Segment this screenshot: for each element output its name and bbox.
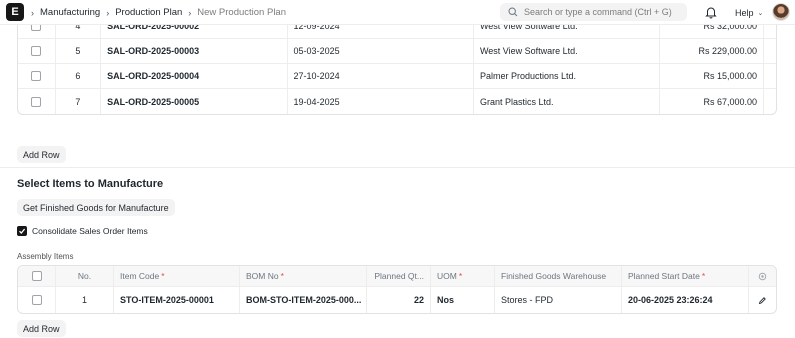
add-row-button[interactable]: Add Row (17, 146, 66, 163)
navbar: E › Manufacturing › Production Plan › Ne… (0, 0, 795, 25)
required-icon: * (161, 271, 165, 281)
consolidate-label: Consolidate Sales Order Items (32, 226, 148, 236)
edit-icon[interactable] (764, 89, 776, 114)
col-start-date-label: Planned Start Date (628, 271, 700, 281)
section-title: Select Items to Manufacture (17, 178, 164, 190)
search-icon (508, 7, 518, 17)
edit-icon[interactable] (764, 39, 776, 63)
select-all-checkbox[interactable] (18, 266, 56, 286)
get-finished-goods-button[interactable]: Get Finished Goods for Manufacture (17, 199, 175, 216)
start-date-cell[interactable]: 20-06-2025 23:26:24 (622, 287, 749, 313)
checkbox-icon[interactable] (31, 71, 42, 81)
col-planned-qty: Planned Qt... (367, 266, 431, 286)
amount-cell[interactable]: Rs 67,000.00 (660, 89, 764, 114)
col-bom-no-label: BOM No (246, 271, 279, 281)
chevron-right-icon: › (106, 7, 110, 18)
col-no: No. (56, 266, 114, 286)
chevron-down-icon: ⌄ (757, 9, 764, 17)
col-start-date: Planned Start Date * (622, 266, 749, 286)
col-bom-no: BOM No * (240, 266, 367, 286)
planned-qty-cell[interactable]: 22 (367, 287, 431, 313)
col-warehouse: Finished Goods Warehouse (495, 266, 622, 286)
row-index: 7 (56, 89, 102, 114)
checkbox-icon[interactable] (31, 96, 42, 107)
date-cell[interactable]: 19-04-2025 (288, 89, 474, 114)
chevron-right-icon: › (31, 7, 34, 18)
breadcrumb-manufacturing[interactable]: Manufacturing (40, 7, 100, 18)
breadcrumb: › Manufacturing › Production Plan › New … (31, 0, 286, 25)
amount-cell[interactable]: Rs 229,000.00 (660, 39, 764, 63)
notification-bell-icon[interactable] (704, 5, 718, 19)
checkbox-checked-icon[interactable] (17, 226, 27, 236)
section-divider (0, 167, 795, 168)
checkbox-icon[interactable] (31, 295, 42, 305)
breadcrumb-production-plan[interactable]: Production Plan (115, 7, 182, 18)
uom-cell[interactable]: Nos (431, 287, 495, 313)
consolidate-checkbox[interactable]: Consolidate Sales Order Items (17, 226, 148, 236)
row-checkbox[interactable] (18, 89, 56, 114)
help-label: Help (735, 7, 754, 18)
search-placeholder: Search or type a command (Ctrl + G) (524, 7, 672, 17)
checkbox-icon[interactable] (31, 46, 42, 56)
column-settings-icon[interactable] (749, 266, 776, 286)
warehouse-cell[interactable]: Stores - FPD (495, 287, 622, 313)
row-index: 6 (56, 64, 102, 88)
amount-cell[interactable]: Rs 15,000.00 (660, 64, 764, 88)
breadcrumb-current: New Production Plan (197, 7, 286, 18)
date-cell[interactable]: 27-10-2024 (288, 64, 474, 88)
edit-icon[interactable] (749, 287, 776, 313)
sales-order-cell[interactable]: SAL-ORD-2025-00003 (101, 39, 288, 63)
item-code-cell[interactable]: STO-ITEM-2025-00001 (114, 287, 240, 313)
add-row-button[interactable]: Add Row (17, 320, 66, 337)
table-row[interactable]: 6 SAL-ORD-2025-00004 27-10-2024 Palmer Prod… (18, 64, 776, 89)
help-dropdown[interactable]: Help ⌄ (735, 0, 763, 25)
col-item-code: Item Code * (114, 266, 240, 286)
col-uom-label: UOM (437, 271, 457, 281)
user-avatar[interactable] (772, 3, 790, 21)
row-checkbox[interactable] (18, 287, 56, 313)
table-row[interactable]: 5 SAL-ORD-2025-00003 05-03-2025 West View S… (18, 39, 776, 64)
col-uom: UOM * (431, 266, 495, 286)
table-row[interactable]: 1 STO-ITEM-2025-00001 BOM-STO-ITEM-2025-00… (18, 287, 776, 313)
row-number: 1 (56, 287, 114, 313)
sales-order-cell[interactable]: SAL-ORD-2025-00005 (101, 89, 288, 114)
row-checkbox[interactable] (18, 64, 56, 88)
date-cell[interactable]: 05-03-2025 (288, 39, 474, 63)
table-row[interactable]: 7 SAL-ORD-2025-00005 19-04-2025 Grant Plast… (18, 89, 776, 114)
checkbox-icon[interactable] (31, 271, 42, 281)
sales-order-cell[interactable]: SAL-ORD-2025-00004 (101, 64, 288, 88)
required-icon: * (701, 271, 706, 281)
customer-cell[interactable]: West View Software Ltd. (474, 39, 661, 63)
customer-cell[interactable]: Grant Plastics Ltd. (474, 89, 661, 114)
edit-icon[interactable] (764, 64, 776, 88)
table-header: No. Item Code * BOM No * Planned Qt... UOM… (18, 266, 776, 287)
assembly-items-table: No. Item Code * BOM No * Planned Qt... UOM… (17, 265, 777, 314)
required-icon: * (458, 271, 463, 281)
required-icon: * (280, 271, 284, 281)
customer-cell[interactable]: Palmer Productions Ltd. (474, 64, 661, 88)
chevron-right-icon: › (188, 7, 192, 18)
row-checkbox[interactable] (18, 39, 56, 63)
bom-no-cell[interactable]: BOM-STO-ITEM-2025-000... (240, 287, 367, 313)
row-index: 5 (56, 39, 102, 63)
app-logo[interactable]: E (6, 3, 24, 21)
col-item-code-label: Item Code (120, 271, 160, 281)
search-bar[interactable]: Search or type a command (Ctrl + G) (500, 3, 687, 21)
assembly-items-label: Assembly Items (17, 252, 74, 261)
